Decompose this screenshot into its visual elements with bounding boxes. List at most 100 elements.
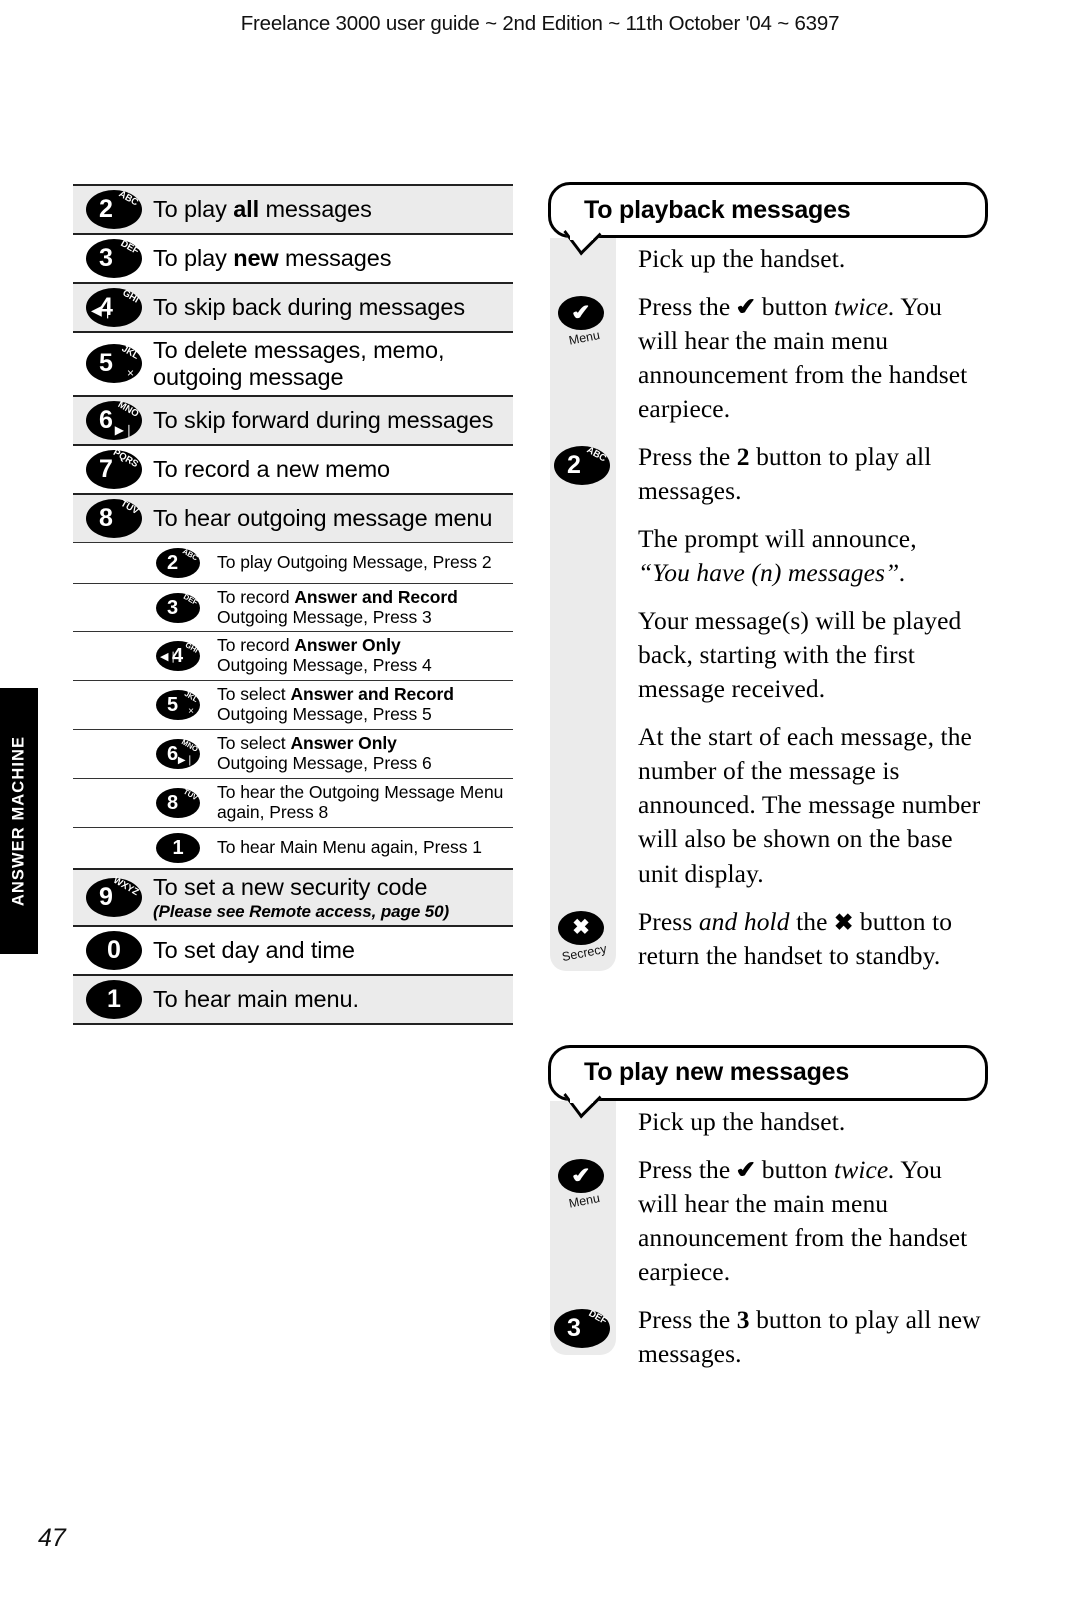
- key-badge-cell: 1: [145, 832, 211, 863]
- key-badge-cell: 9 WXYZ: [73, 875, 147, 918]
- key-badge-cell: 5 JKL ×: [73, 344, 147, 384]
- panel-step: Pick up the handset.: [548, 1105, 988, 1139]
- skip-forward-icon: ▶❘: [177, 755, 194, 767]
- instruction-panel: To playback messages Pick up the handset.…: [548, 182, 988, 987]
- keycap-3: 3 DEF: [86, 238, 142, 278]
- secrecy-button-icon: ✖ Secrecy: [556, 910, 608, 969]
- key-list-row-label: To record a new memo: [153, 455, 391, 482]
- panel-step: ✔ Menu Press the ✔ button twice. You will …: [548, 1153, 988, 1289]
- panel-step: Your message(s) will be played back, sta…: [548, 604, 988, 706]
- key-list-row-label: To select Answer Only Outgoing Message, P…: [217, 733, 432, 774]
- panel-title: To playback messages: [584, 195, 851, 224]
- panel-steps: Pick up the handset. ✔ Menu Press the ✔ but…: [548, 1105, 988, 1385]
- key-badge-cell: 1: [73, 980, 147, 1020]
- key-list-row-label: To skip back during messages: [153, 294, 465, 321]
- keycap-1: 1: [156, 832, 200, 863]
- key-list-row: ◀❘ 4 GHI To record Answer Only Outgoing Mess…: [73, 631, 513, 681]
- keycap-0: 0: [86, 931, 142, 971]
- answer-machine-key-list: 2 ABC To play all messages 3 DEF To play new …: [73, 184, 513, 1026]
- check-icon: ✔: [558, 1158, 604, 1193]
- key-list-row: 6 MNO ▶❘ To select Answer Only Outgoing Mess…: [73, 729, 513, 779]
- step-icon-cell: 3 DEF: [548, 1303, 616, 1348]
- step-icon-cell: [548, 522, 616, 528]
- key-list-row-label: To hear Main Menu again, Press 1: [217, 836, 482, 857]
- keycap-8: 8 TUV: [156, 787, 200, 818]
- key-badge-cell: 6 MNO ▶❘: [73, 399, 147, 440]
- delete-x-icon: ×: [188, 706, 194, 718]
- key-badge-cell: 8 TUV: [145, 787, 211, 818]
- key-badge-cell: 3 DEF: [145, 591, 211, 623]
- panel-body: Pick up the handset. ✔ Menu Press the ✔ but…: [548, 238, 988, 987]
- panel-step: At the start of each message, the number…: [548, 720, 988, 890]
- keycap-7: 7 PQRS: [86, 447, 142, 489]
- callout-tail-mask: [570, 1092, 593, 1103]
- keycap-9: 9 WXYZ: [86, 875, 142, 918]
- key-list-row: 8 TUV To hear outgoing message menu: [73, 492, 513, 542]
- panel-title: To play new messages: [584, 1058, 850, 1087]
- key-list-row-label: To play all messages: [153, 196, 372, 223]
- key-list-row-label: To select Answer and Record Outgoing Mess…: [217, 684, 454, 725]
- panel-callout-header: To playback messages: [548, 182, 988, 256]
- key-list-row-label: To record Answer Only Outgoing Message, P…: [217, 635, 432, 676]
- key-list-row-label: To play new messages: [153, 245, 392, 272]
- step-icon-cell: [548, 604, 616, 610]
- key-list-row: 6 MNO ▶❘ To skip forward during messages: [73, 394, 513, 444]
- key-badge-cell: ◀❘ 4 GHI: [73, 288, 147, 327]
- keycap-3: 3 DEF: [156, 591, 200, 623]
- key-badge-cell: ◀❘ 4 GHI: [145, 641, 211, 672]
- key-list-row-label: To set day and time: [153, 937, 355, 964]
- key-list-row-label: To skip forward during messages: [153, 406, 494, 433]
- key-badge-cell: 8 TUV: [73, 498, 147, 538]
- step-text: Pick up the handset.: [638, 1106, 846, 1136]
- callout-tail-mask: [570, 230, 593, 240]
- key-list-row: 0 To set day and time: [73, 925, 513, 975]
- check-icon: ✔: [558, 296, 604, 331]
- panel-step: The prompt will announce, “You have (n) m…: [548, 522, 988, 590]
- step-text: Your message(s) will be played back, sta…: [638, 606, 962, 704]
- key-list-row: 2 ABC To play all messages: [73, 184, 513, 233]
- key-badge-cell: 5 JKL ×: [145, 689, 211, 721]
- keycap-2: 2 ABC: [156, 546, 200, 578]
- keycap-1: 1: [86, 980, 142, 1020]
- key-badge-cell: 7 PQRS: [73, 447, 147, 489]
- panel-body: Pick up the handset. ✔ Menu Press the ✔ but…: [548, 1100, 988, 1385]
- step-text: At the start of each message, the number…: [638, 722, 981, 888]
- keycap-digit: 1: [172, 836, 184, 859]
- keycap-5: 5 JKL ×: [156, 689, 200, 721]
- key-list-row-label: To hear the Outgoing Message Menu again, …: [217, 782, 504, 822]
- key-list-row-label: To delete messages, memo, outgoing messag…: [153, 337, 445, 390]
- step-icon-cell: [548, 720, 616, 726]
- step-text: Press and hold the ✖ button to return th…: [638, 906, 953, 970]
- key-list-row: ◀❘ 4 GHI To skip back during messages: [73, 282, 513, 331]
- key-badge-cell: 2 ABC: [73, 189, 147, 229]
- step-text: Press the ✔ button twice. You will hear …: [638, 1154, 968, 1286]
- key-list-row: 9 WXYZ To set a new security code (Please s…: [73, 867, 513, 926]
- instruction-panels: To playback messages Pick up the handset.…: [548, 182, 988, 1401]
- key-list-row: 8 TUV To hear the Outgoing Message Menu aga…: [73, 778, 513, 827]
- keycap-8: 8 TUV: [86, 498, 142, 538]
- panel-step: ✔ Menu Press the ✔ button twice. You will …: [548, 290, 988, 426]
- page-number: 47: [38, 1524, 66, 1552]
- step-text: Pick up the handset.: [638, 244, 846, 273]
- instruction-panel: To play new messages Pick up the handset.…: [548, 1044, 988, 1385]
- key-badge-cell: 2 ABC: [145, 546, 211, 578]
- key-badge-cell: 3 DEF: [73, 238, 147, 278]
- panel-step: Pick up the handset.: [548, 242, 988, 276]
- section-thumb-tab: ANSWER MACHINE: [0, 688, 38, 954]
- key-list-row-label: To hear outgoing message menu: [153, 504, 493, 531]
- keycap-5: 5 JKL ×: [86, 344, 142, 384]
- step-icon-cell: ✖ Secrecy: [548, 905, 616, 969]
- delete-x-icon: ×: [126, 366, 134, 381]
- step-text: Press the ✔ button twice. You will hear …: [638, 292, 968, 424]
- key-list-row-label: To hear main menu.: [153, 986, 359, 1013]
- menu-button-icon: ✔ Menu: [556, 1158, 608, 1217]
- key-list-row: 7 PQRS To record a new memo: [73, 443, 513, 493]
- key-list-row-label: To set a new security code (Please see Re…: [153, 873, 450, 921]
- panel-step: 3 DEF Press the 3 button to play all new m…: [548, 1303, 988, 1371]
- keycap-6: 6 MNO ▶❘: [86, 399, 142, 440]
- step-icon-cell: 2 ABC: [548, 440, 616, 486]
- step-text: Press the 2 button to play all messages.: [638, 442, 932, 506]
- keycap-6: 6 MNO ▶❘: [156, 737, 200, 770]
- menu-button-icon: ✔ Menu: [556, 296, 608, 354]
- key-list-row: 2 ABC To play Outgoing Message, Press 2: [73, 541, 513, 583]
